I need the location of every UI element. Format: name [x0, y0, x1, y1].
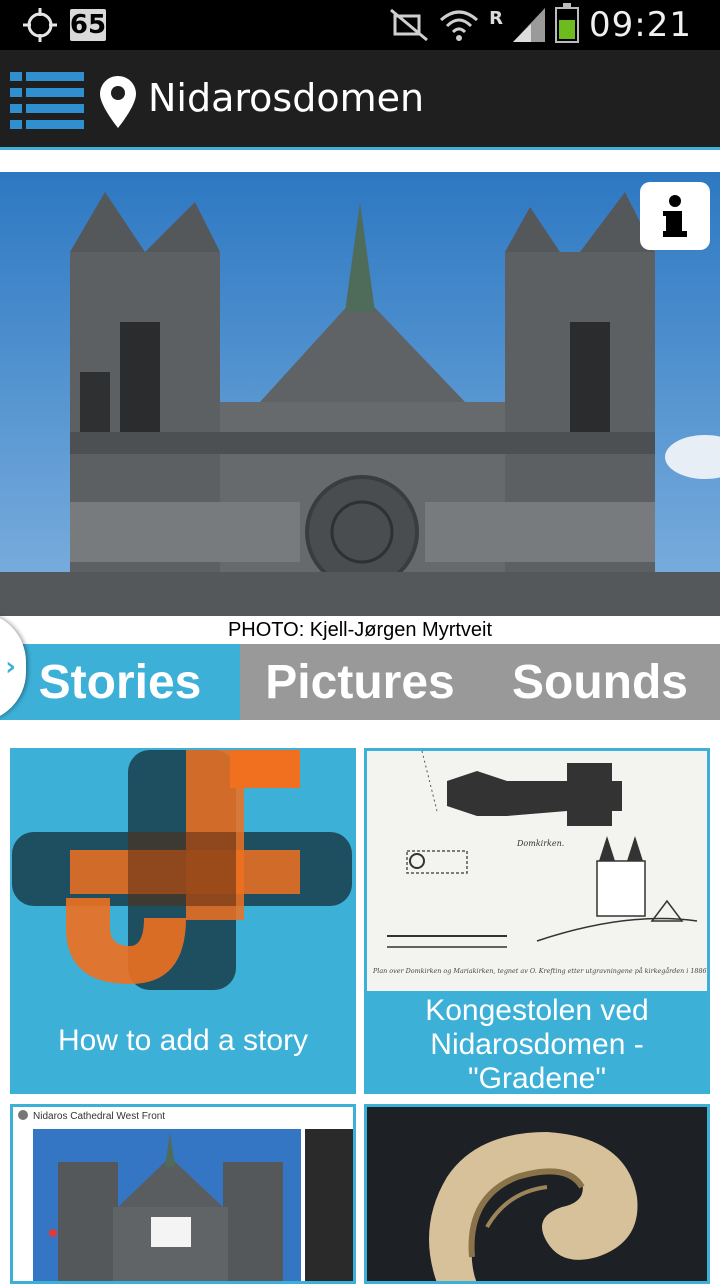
tab-pictures[interactable]: Pictures — [240, 644, 480, 720]
map-label: Domkirken. — [516, 839, 564, 848]
story-caption: Kongestolen ved Nidarosdomen - "Gradene" — [425, 994, 649, 1094]
page-title: Nidarosdomen — [148, 76, 425, 120]
story-thumbnail-map: Domkirken. Plan over Domkirken og Mariak… — [364, 748, 710, 994]
map-caption: Plan over Domkirken og Mariakirken, tegn… — [372, 966, 707, 975]
notification-count: 65 — [69, 9, 107, 41]
chevron-right-icon: › — [5, 652, 16, 682]
mute-icon — [390, 8, 429, 42]
gps-icon — [23, 8, 57, 42]
cathedral-plan-drawing: Domkirken. Plan over Domkirken og Mariak… — [367, 751, 707, 991]
cathedral-illustration — [0, 192, 720, 616]
story-grid: How to add a story Domkirken. Plan over … — [0, 748, 720, 1284]
wifi-icon — [440, 10, 479, 41]
clock: 09:21 — [589, 5, 692, 45]
map-pin-icon — [100, 76, 136, 128]
info-icon — [663, 195, 687, 237]
roaming-label: R — [489, 8, 504, 29]
app-logo-icon — [12, 750, 352, 990]
tab-sounds-label: Sounds — [512, 655, 688, 709]
status-bar: 65 R 09:21 — [0, 0, 720, 50]
app-screenshot-image: Nidaros Cathedral West Front — [13, 1107, 353, 1281]
info-button[interactable] — [640, 182, 710, 250]
action-bar: Nidarosdomen — [0, 50, 720, 150]
menu-list-icon[interactable] — [10, 72, 84, 130]
screenshot-title: Nidaros Cathedral West Front — [33, 1111, 165, 1122]
tab-stories[interactable]: Stories — [0, 644, 240, 720]
cathedral-photo[interactable] — [0, 172, 720, 616]
tab-sounds[interactable]: Sounds — [480, 644, 720, 720]
story-card[interactable]: Domkirken. Plan over Domkirken og Mariak… — [364, 748, 710, 1094]
story-thumbnail-artifact — [364, 1104, 710, 1284]
tab-stories-label: Stories — [38, 655, 202, 709]
story-card[interactable]: Nidaros Cathedral West Front — [10, 1104, 356, 1284]
story-logo — [10, 748, 356, 994]
story-card[interactable] — [364, 1104, 710, 1284]
tab-pictures-label: Pictures — [265, 655, 455, 709]
battery-icon — [555, 3, 580, 43]
photo-credit: PHOTO: Kjell-Jørgen Myrtveit — [227, 619, 493, 641]
tab-bar: Stories Pictures Sounds — [0, 644, 720, 720]
carved-crozier-image — [367, 1107, 707, 1281]
signal-icon — [513, 8, 546, 42]
story-thumbnail-screenshot: Nidaros Cathedral West Front — [10, 1104, 356, 1284]
story-card[interactable]: How to add a story — [10, 748, 356, 1094]
story-caption: How to add a story — [57, 1024, 309, 1057]
